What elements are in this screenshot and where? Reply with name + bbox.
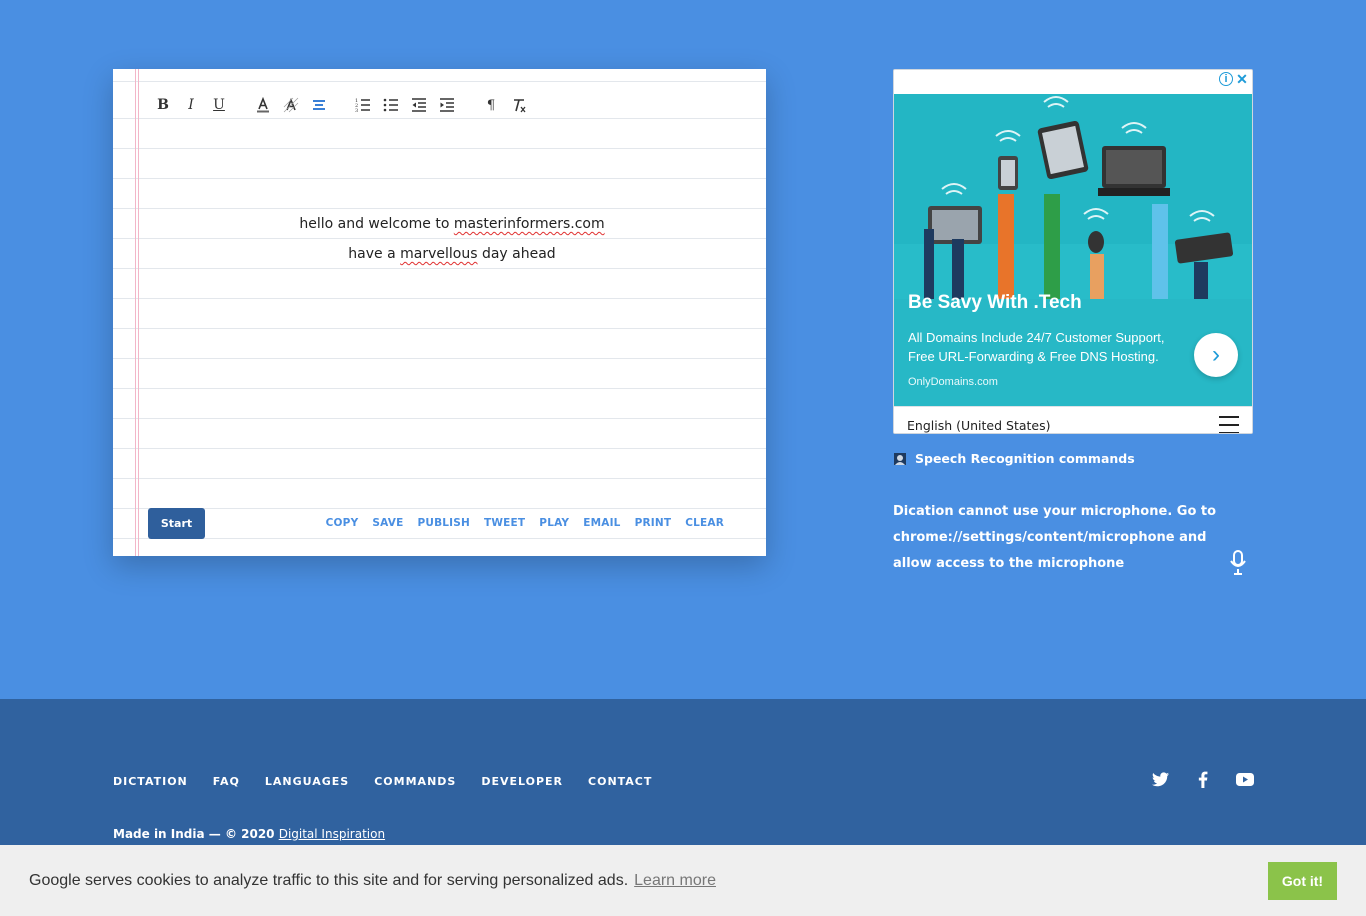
- footer-nav: DICTATION FAQ LANGUAGES COMMANDS DEVELOP…: [113, 775, 652, 788]
- numbered-list-button[interactable]: 123: [353, 95, 373, 115]
- youtube-icon[interactable]: [1235, 770, 1254, 789]
- document-text[interactable]: hello and welcome to masterinformers.com…: [138, 209, 766, 269]
- cookie-banner: Google serves cookies to analyze traffic…: [0, 845, 1366, 916]
- ad-info-icon[interactable]: i: [1219, 72, 1233, 86]
- bullet-list-icon: [383, 98, 398, 112]
- indent-icon: [440, 98, 454, 112]
- text-color-icon: [257, 97, 269, 113]
- outdent-icon: [412, 98, 426, 112]
- footer-link-contact[interactable]: CONTACT: [588, 775, 652, 788]
- ad-close-icon[interactable]: ✕: [1235, 71, 1249, 87]
- print-link[interactable]: PRINT: [635, 517, 672, 529]
- cookie-message: Google serves cookies to analyze traffic…: [29, 872, 716, 889]
- footer-link-developer[interactable]: DEVELOPER: [481, 775, 563, 788]
- digital-inspiration-link[interactable]: Digital Inspiration: [279, 827, 385, 841]
- numbered-list-icon: 123: [355, 98, 370, 113]
- ad-description: All Domains Include 24/7 Customer Suppor…: [908, 330, 1165, 364]
- ad-language-bar[interactable]: English (United States): [894, 406, 1252, 433]
- bullet-list-button[interactable]: [381, 95, 401, 115]
- play-link[interactable]: PLAY: [539, 517, 569, 529]
- ad-arrow-button[interactable]: ›: [1194, 333, 1238, 377]
- dictation-editor[interactable]: B I U 123 ¶ hello and welcome to masteri…: [113, 69, 766, 556]
- text-color-button[interactable]: [253, 95, 273, 115]
- text-direction-button[interactable]: ¶: [481, 95, 501, 115]
- learn-more-link[interactable]: Learn more: [634, 872, 716, 889]
- align-center-button[interactable]: [309, 95, 329, 115]
- copyright: Made in India — © 2020 Digital Inspirati…: [113, 827, 386, 841]
- twitter-icon[interactable]: [1151, 770, 1170, 789]
- ad-body[interactable]: Be Savy With .Tech All Domains Include 2…: [894, 292, 1252, 406]
- speech-commands-link[interactable]: Speech Recognition commands: [893, 451, 1135, 466]
- svg-text:3: 3: [355, 108, 358, 113]
- text-line: have a marvellous day ahead: [348, 246, 556, 262]
- got-it-button[interactable]: Got it!: [1268, 862, 1337, 900]
- footer-link-dictation[interactable]: DICTATION: [113, 775, 188, 788]
- chevron-right-icon: ›: [1212, 341, 1220, 368]
- align-center-icon: [313, 100, 325, 110]
- indent-button[interactable]: [437, 95, 457, 115]
- text-line: hello and welcome to masterinformers.com: [299, 216, 605, 232]
- ad-language: English (United States): [907, 417, 1051, 433]
- highlight-button[interactable]: [281, 95, 301, 115]
- editor-actions: COPY SAVE PUBLISH TWEET PLAY EMAIL PRINT…: [326, 517, 724, 529]
- ad-illustration: [894, 94, 1252, 299]
- microphone-notice: Dication cannot use your microphone. Go …: [893, 504, 1217, 571]
- italic-button[interactable]: I: [181, 95, 201, 115]
- menu-icon[interactable]: [1219, 416, 1239, 433]
- speech-icon: [894, 452, 906, 465]
- editor-toolbar: B I U 123 ¶: [153, 94, 537, 116]
- margin-line: [135, 69, 136, 556]
- outdent-button[interactable]: [409, 95, 429, 115]
- highlight-icon: [283, 97, 299, 113]
- underline-button[interactable]: U: [209, 95, 229, 115]
- start-button[interactable]: Start: [148, 508, 205, 539]
- microphone-icon[interactable]: [1229, 550, 1247, 576]
- clear-format-button[interactable]: [509, 95, 529, 115]
- email-link[interactable]: EMAIL: [583, 517, 620, 529]
- facebook-icon[interactable]: [1193, 770, 1212, 789]
- footer-link-commands[interactable]: COMMANDS: [374, 775, 456, 788]
- footer-link-languages[interactable]: LANGUAGES: [265, 775, 349, 788]
- publish-link[interactable]: PUBLISH: [417, 517, 470, 529]
- ad-header: i ✕: [894, 70, 1252, 94]
- clear-format-icon: [514, 99, 526, 113]
- margin-line: [138, 69, 139, 556]
- advertisement[interactable]: i ✕ Be Savy With .Tech All Domains Inclu…: [893, 69, 1253, 434]
- save-link[interactable]: SAVE: [372, 517, 403, 529]
- ad-domain[interactable]: OnlyDomains.com: [908, 376, 998, 388]
- copy-link[interactable]: COPY: [326, 517, 359, 529]
- paragraph-icon: ¶: [486, 97, 496, 113]
- tweet-link[interactable]: TWEET: [484, 517, 525, 529]
- clear-link[interactable]: CLEAR: [685, 517, 724, 529]
- footer-link-faq[interactable]: FAQ: [213, 775, 240, 788]
- social-links: [1151, 770, 1254, 789]
- bold-button[interactable]: B: [153, 95, 173, 115]
- ad-title[interactable]: Be Savy With .Tech: [908, 292, 1082, 314]
